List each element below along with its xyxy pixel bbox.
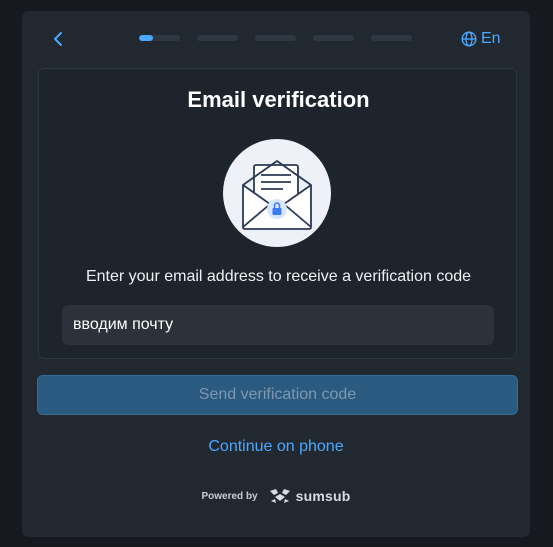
progress-step-3 xyxy=(255,35,296,41)
continue-on-phone-link[interactable]: Continue on phone xyxy=(22,438,530,456)
powered-by-footer: Powered by sumsub xyxy=(22,486,530,506)
chevron-left-icon xyxy=(54,32,62,46)
progress-step-fill xyxy=(139,35,154,41)
page-title: Email verification xyxy=(187,87,370,112)
top-bar: En xyxy=(22,11,530,67)
powered-by-label: Powered by xyxy=(201,490,258,502)
language-selector[interactable]: En xyxy=(461,28,501,50)
progress-step-4 xyxy=(313,35,354,41)
step-progress-bar xyxy=(139,35,412,41)
instruction-text: Enter your email address to receive a ve… xyxy=(85,268,472,285)
envelope-lock-icon xyxy=(223,139,331,247)
language-label: En xyxy=(481,30,501,47)
progress-step-5 xyxy=(371,35,412,41)
back-button[interactable] xyxy=(48,29,68,49)
sumsub-logo-icon xyxy=(269,489,290,503)
email-input[interactable] xyxy=(62,305,494,345)
brand-name: sumsub xyxy=(295,488,351,504)
sumsub-brand: sumsub xyxy=(268,488,351,504)
progress-step-1 xyxy=(139,35,180,41)
verification-panel: En Email verification Enter your email a… xyxy=(22,11,530,537)
progress-step-2 xyxy=(197,35,238,41)
email-verification-card: Email verification Enter your email addr… xyxy=(38,68,517,359)
send-verification-code-button[interactable]: Send verification code xyxy=(37,375,518,415)
globe-icon xyxy=(461,31,477,47)
